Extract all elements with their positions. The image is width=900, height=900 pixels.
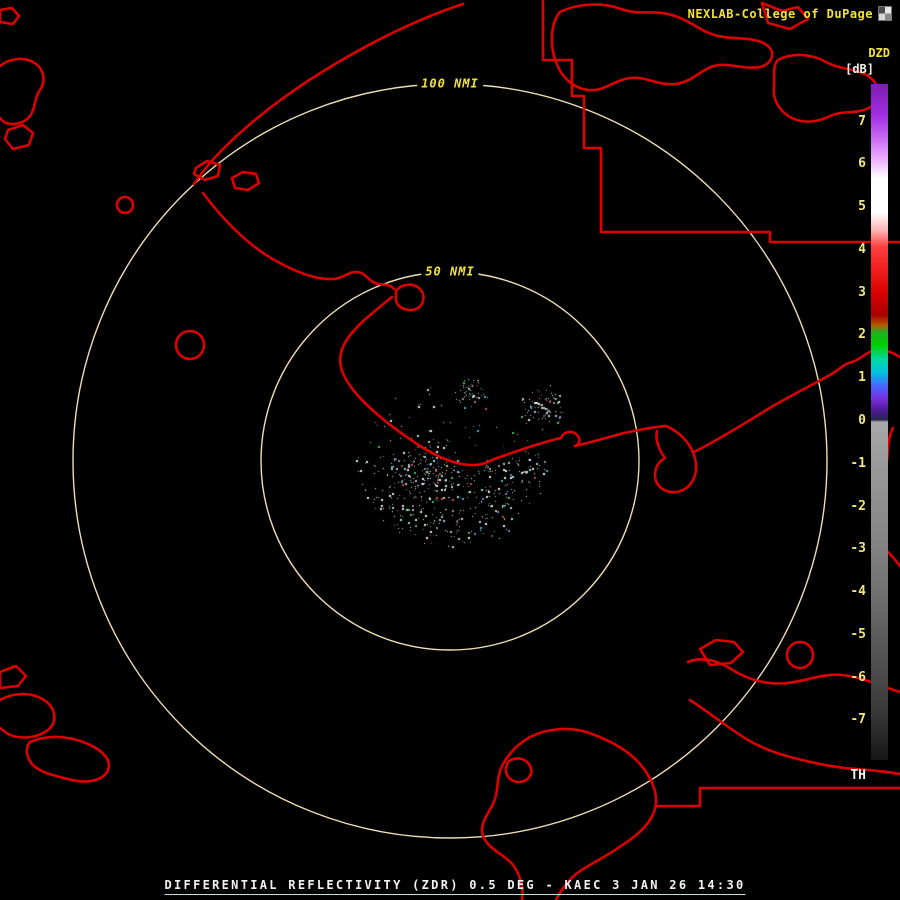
map-boundary-path <box>338 295 563 467</box>
map-boundary-path <box>192 2 465 186</box>
product-caption: DIFFERENTIAL REFLECTIVITY (ZDR) 0.5 DEG … <box>164 878 746 895</box>
map-boundary-path <box>0 57 45 126</box>
range-ring-label-50nmi: 50 NMI <box>421 264 479 279</box>
colorbar-tick-label: 0 <box>858 413 866 428</box>
colorbar-tick-label: -1 <box>850 455 866 471</box>
brand-text: NEXLAB-College of DuPage <box>687 6 873 21</box>
colorbar-units: [dB] <box>845 62 874 76</box>
map-boundary-path <box>0 692 56 739</box>
colorbar-tick-label: -3 <box>850 541 866 557</box>
colorbar-tick-label: -6 <box>850 669 866 685</box>
map-boundary-path <box>504 757 533 784</box>
colorbar-tick-label: -7 <box>850 712 866 728</box>
colorbar-tick-label: 1 <box>858 370 866 386</box>
map-boundary-path <box>0 664 28 690</box>
map-overlay <box>0 0 900 900</box>
map-island-circle <box>785 640 815 670</box>
colorbar-gradient <box>871 84 888 760</box>
map-boundary-path <box>230 170 261 192</box>
map-island-circle <box>174 329 206 361</box>
colorbar-tick-label: 6 <box>858 156 866 172</box>
map-island-circle <box>115 195 135 215</box>
map-boundary-path <box>25 735 111 783</box>
colorbar-tick-label: 3 <box>858 284 866 300</box>
colorbar-tick-label: 7 <box>858 113 866 129</box>
colorbar-title: DZD <box>868 46 890 60</box>
colorbar-tick-label: -2 <box>850 498 866 514</box>
map-boundary-path <box>0 6 21 26</box>
map-boundary-path <box>192 159 222 182</box>
range-ring-label-100nmi: 100 NMI <box>417 76 483 91</box>
map-boundary-path <box>698 638 745 667</box>
colorbar-tick-label: 2 <box>858 327 866 343</box>
brand: NEXLAB-College of DuPage <box>688 6 892 21</box>
map-boundary-path <box>201 191 396 291</box>
radar-display: 100 NMI 50 NMI NEXLAB-College of DuPage … <box>0 0 900 900</box>
colorbar-tick-label: -4 <box>850 584 866 600</box>
map-boundary-path <box>653 424 698 494</box>
colorbar-tick-label: 4 <box>858 241 866 257</box>
map-boundary-path <box>528 727 658 900</box>
map-boundary-path <box>394 283 425 312</box>
colorbar-tick-label: 5 <box>858 199 866 215</box>
nexlab-logo-icon <box>878 6 892 21</box>
map-boundary-path <box>480 735 532 900</box>
colorbar-threshold-label: TH <box>850 768 866 783</box>
map-boundary-path <box>688 698 900 776</box>
colorbar-tick-label: -5 <box>850 626 866 642</box>
map-boundary-path <box>654 786 900 808</box>
map-boundary-path <box>3 123 35 151</box>
map-boundary-path <box>559 424 668 448</box>
map-boundary-path <box>692 348 900 454</box>
